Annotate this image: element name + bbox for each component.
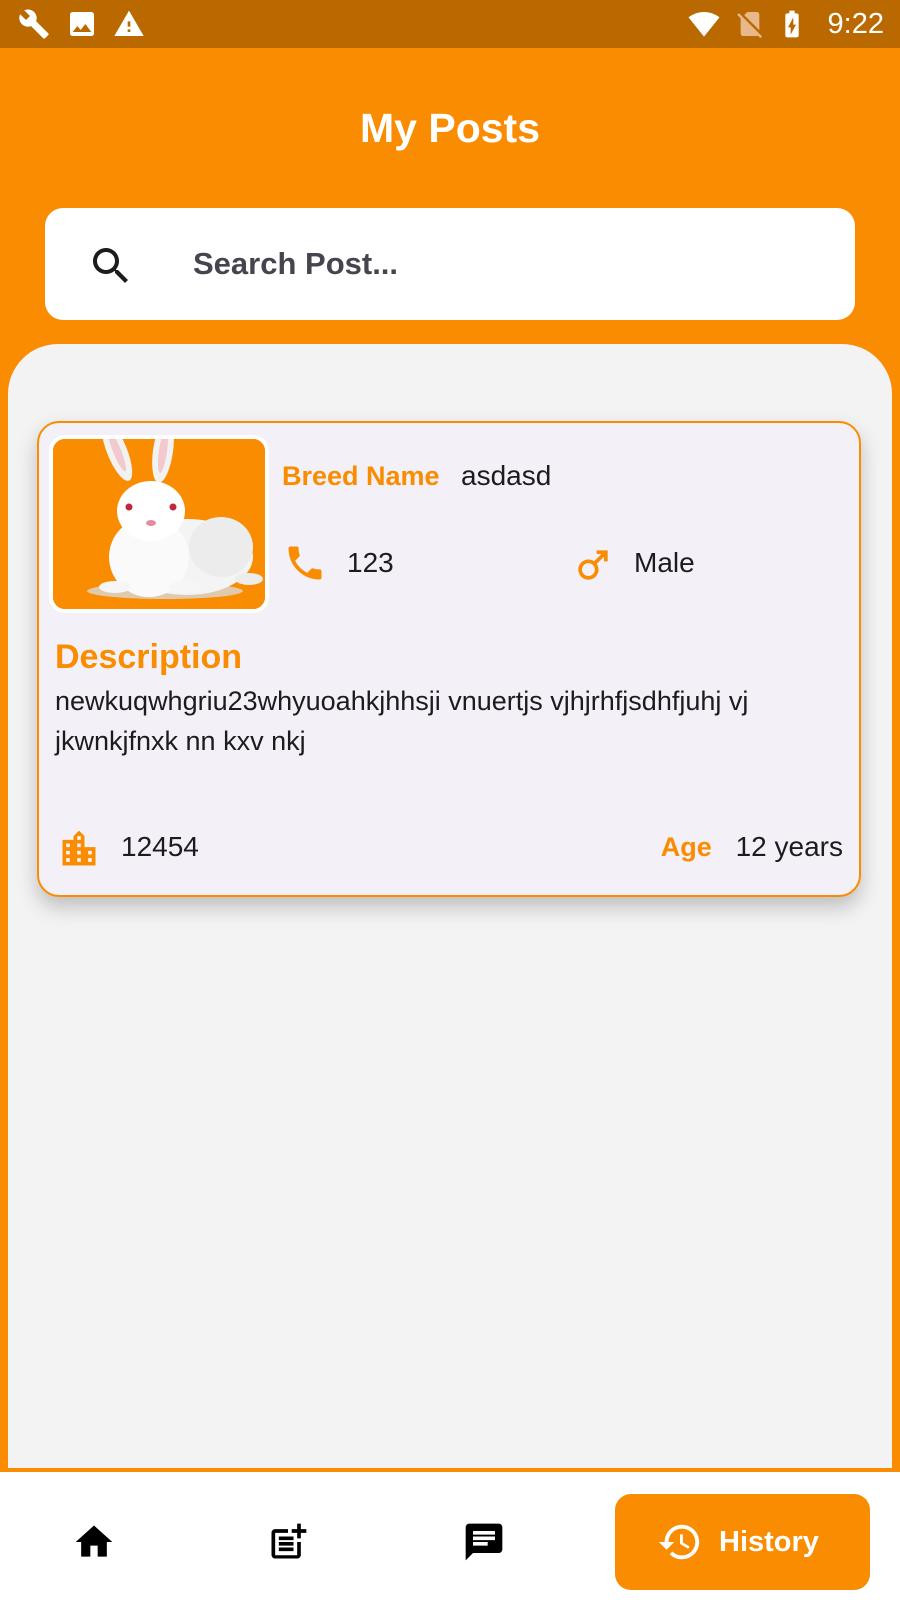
breed-name-value: asdasd xyxy=(461,460,552,491)
rabbit-image xyxy=(53,439,265,609)
no-sim-icon xyxy=(737,12,763,39)
phone-icon xyxy=(288,546,322,580)
image-icon xyxy=(70,12,94,36)
age-value: 12 years xyxy=(735,831,843,862)
warning-icon xyxy=(114,10,144,36)
nav-home-button[interactable] xyxy=(50,1494,140,1590)
description-heading: Description xyxy=(55,638,243,676)
nav-history-label: History xyxy=(719,1526,819,1558)
wifi-icon xyxy=(688,12,720,37)
pet-image xyxy=(49,435,269,613)
male-icon xyxy=(578,550,608,580)
city-value: 12454 xyxy=(121,831,199,862)
search-bar[interactable] xyxy=(45,208,855,320)
search-icon xyxy=(93,248,128,283)
status-time: 9:22 xyxy=(827,8,884,40)
search-input[interactable] xyxy=(193,236,813,292)
city-icon xyxy=(62,830,96,866)
gender-value: Male xyxy=(634,547,695,578)
history-icon xyxy=(658,1524,700,1560)
chat-icon xyxy=(465,1523,503,1561)
battery-charging-icon xyxy=(785,10,799,38)
page-title: My Posts xyxy=(360,105,540,151)
age-info: Age 12 years xyxy=(661,829,843,865)
post-card[interactable]: Breed Name asdasd 123 Male Description n… xyxy=(37,421,861,897)
phone-value: 123 xyxy=(347,547,394,578)
nav-add-post-button[interactable] xyxy=(244,1494,334,1590)
status-bar: 9:22 xyxy=(0,0,900,48)
age-label: Age xyxy=(660,832,712,862)
post-add-icon xyxy=(271,1523,307,1559)
wrench-icon xyxy=(19,9,49,39)
bottom-navigation: History xyxy=(0,1472,900,1600)
nav-chat-button[interactable] xyxy=(440,1494,530,1590)
breed-name-label: Breed Name xyxy=(282,461,440,491)
home-icon xyxy=(75,1525,113,1557)
description-text: newkuqwhgriu23whyuoahkjhhsji vnuertjs vj… xyxy=(55,686,749,756)
nav-history-button[interactable]: History xyxy=(615,1494,870,1590)
